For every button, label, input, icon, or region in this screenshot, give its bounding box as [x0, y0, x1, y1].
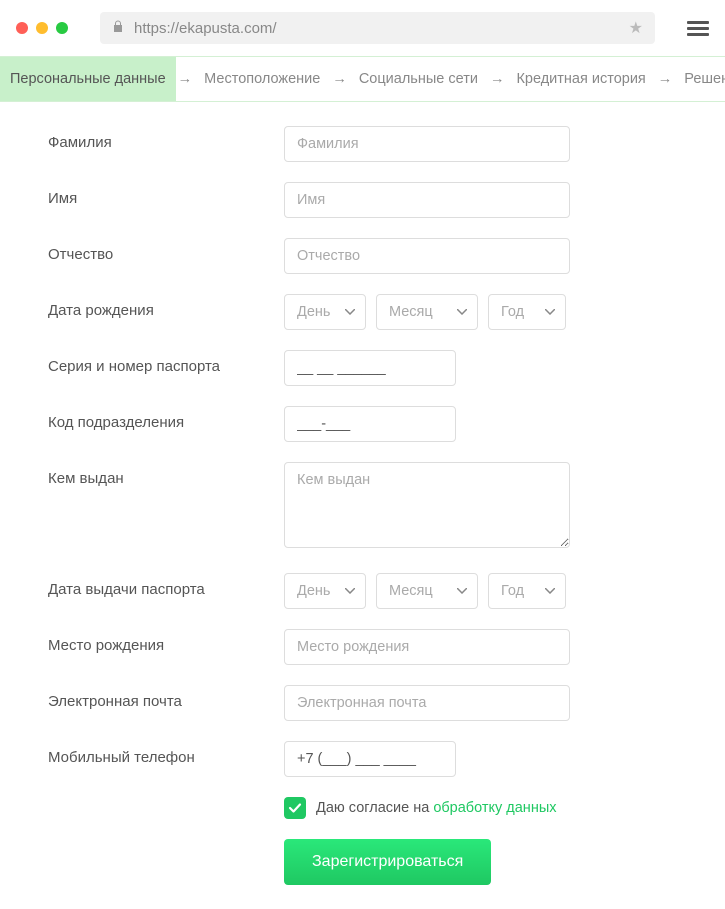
patronymic-input[interactable]	[284, 238, 570, 274]
traffic-lights	[16, 22, 68, 34]
birthdate-label: Дата рождения	[48, 294, 284, 319]
bookmark-star-icon[interactable]: ★	[629, 18, 643, 38]
dept-code-label: Код подразделения	[48, 406, 284, 431]
issued-by-label: Кем выдан	[48, 462, 284, 487]
progress-steps: Персональные данные → Местоположение → С…	[0, 56, 725, 102]
consent-link[interactable]: обработку данных	[433, 800, 556, 816]
birthplace-input[interactable]	[284, 629, 570, 665]
birthdate-day-select[interactable]: День	[284, 294, 366, 330]
step-location[interactable]: Местоположение	[194, 57, 330, 101]
phone-label: Мобильный телефон	[48, 741, 284, 766]
arrow-icon: →	[656, 71, 675, 87]
phone-input[interactable]	[284, 741, 456, 777]
email-input[interactable]	[284, 685, 570, 721]
name-label: Имя	[48, 182, 284, 207]
issue-date-month-select[interactable]: Месяц	[376, 573, 478, 609]
patronymic-label: Отчество	[48, 238, 284, 263]
close-window-button[interactable]	[16, 22, 28, 34]
browser-bar: https://ekapusta.com/ ★	[0, 0, 725, 56]
maximize-window-button[interactable]	[56, 22, 68, 34]
issued-by-textarea[interactable]	[284, 462, 570, 548]
birthdate-month-select[interactable]: Месяц	[376, 294, 478, 330]
step-personal-data[interactable]: Персональные данные	[0, 57, 176, 101]
arrow-icon: →	[330, 71, 349, 87]
birthplace-label: Место рождения	[48, 629, 284, 654]
issue-date-year-select[interactable]: Год	[488, 573, 566, 609]
minimize-window-button[interactable]	[36, 22, 48, 34]
step-decision[interactable]: Решение	[674, 57, 725, 101]
step-social[interactable]: Социальные сети	[349, 57, 488, 101]
surname-input[interactable]	[284, 126, 570, 162]
issue-date-label: Дата выдачи паспорта	[48, 573, 284, 598]
lock-icon	[112, 20, 124, 36]
hamburger-menu-icon[interactable]	[687, 21, 709, 36]
issue-date-day-select[interactable]: День	[284, 573, 366, 609]
email-label: Электронная почта	[48, 685, 284, 710]
arrow-icon: →	[488, 71, 507, 87]
registration-form: Фамилия Имя Отчество Дата рождения День …	[0, 102, 725, 909]
register-button[interactable]: Зарегистрироваться	[284, 839, 491, 885]
surname-label: Фамилия	[48, 126, 284, 151]
url-text: https://ekapusta.com/	[134, 20, 619, 37]
address-bar[interactable]: https://ekapusta.com/ ★	[100, 12, 655, 44]
check-icon	[288, 801, 302, 815]
passport-sn-input[interactable]	[284, 350, 456, 386]
step-credit-history[interactable]: Кредитная история	[506, 57, 655, 101]
passport-sn-label: Серия и номер паспорта	[48, 350, 284, 375]
consent-prefix: Даю согласие на	[316, 800, 433, 816]
consent-checkbox[interactable]	[284, 797, 306, 819]
consent-text: Даю согласие на обработку данных	[316, 800, 557, 816]
arrow-icon: →	[176, 71, 195, 87]
name-input[interactable]	[284, 182, 570, 218]
birthdate-year-select[interactable]: Год	[488, 294, 566, 330]
dept-code-input[interactable]	[284, 406, 456, 442]
